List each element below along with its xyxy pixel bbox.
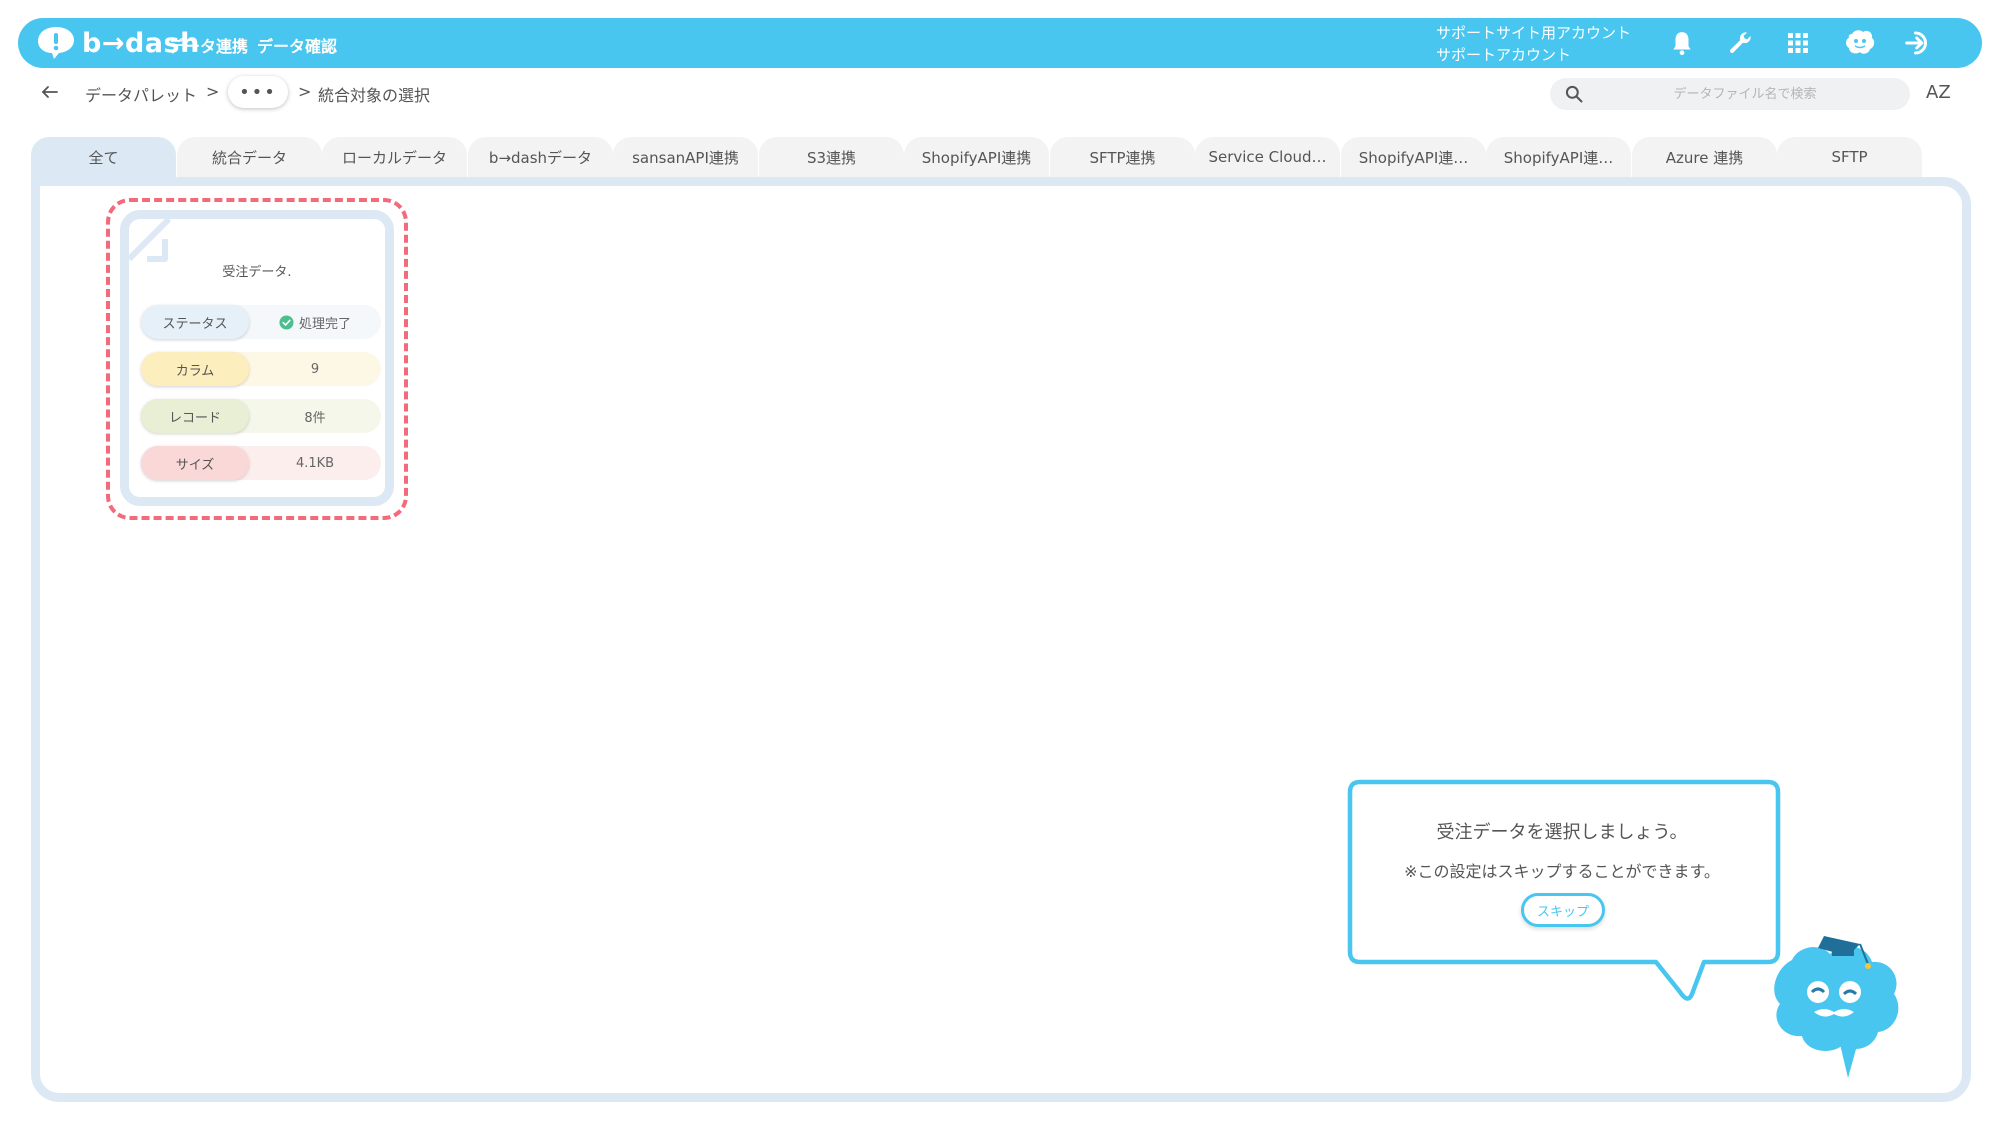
row-label: カラム [141,352,249,386]
row-label: サイズ [141,446,249,480]
logo-bubble-icon [38,27,74,59]
data-file-card[interactable]: 受注データ. ステータス 処理完了 カラム 9 レコード 8件 サイズ 4.1K… [120,210,394,506]
tab-all[interactable]: 全て [31,137,176,177]
check-circle-icon [279,314,294,330]
row-label: ステータス [141,305,249,339]
back-arrow-icon[interactable] [38,80,62,104]
bell-icon[interactable] [1666,27,1698,59]
row-value: 4.1KB [295,455,335,471]
status-text: 処理完了 [298,316,351,332]
breadcrumb-separator: > [206,82,220,101]
card-title: 受注データ. [222,265,292,280]
account-name: サポートサイト用アカウント [1436,24,1632,42]
tab-local-data[interactable]: ローカルデータ [322,137,467,177]
nav-link-data-integration[interactable]: データ連携 [168,33,248,57]
top-navigation-bar: b→dash データ連携 データ確認 サポートサイト用アカウント サポートアカウ… [18,18,1982,68]
breadcrumb-data-palette[interactable]: データパレット [85,82,197,106]
card-row-records: レコード 8件 [141,399,381,433]
tooltip-bubble [1347,779,1781,1001]
tab-bdash-data[interactable]: b→dashデータ [468,137,613,177]
tooltip-note: ※この設定はスキップすることができます。 [1404,862,1720,881]
mascot-brain-character-icon [1774,936,1899,1078]
tab-shopify-api-2[interactable]: ShopifyAPI連… [1341,137,1486,177]
tab-sftp-integration[interactable]: SFTP連携 [1050,137,1195,177]
search-box [1550,78,1910,110]
tab-sansan-api[interactable]: sansanAPI連携 [613,137,758,177]
tab-service-cloud[interactable]: Service Cloud… [1195,137,1340,177]
wrench-icon[interactable] [1724,27,1756,59]
account-role: サポートアカウント [1436,46,1572,64]
card-row-size: サイズ 4.1KB [141,446,381,480]
row-value: 9 [310,361,320,377]
row-label: レコード [141,399,249,433]
breadcrumb-separator: > [298,82,312,101]
logout-icon[interactable] [1902,27,1934,59]
card-row-columns: カラム 9 [141,352,381,386]
tab-sftp[interactable]: SFTP [1777,137,1922,177]
mascot-head-icon[interactable] [1844,27,1876,59]
tooltip-title: 受注データを選択しましょう。 [1436,822,1688,843]
grid-icon[interactable] [1782,27,1814,59]
breadcrumb-current: 統合対象の選択 [318,86,431,105]
search-icon[interactable] [1564,84,1584,104]
sort-az-icon[interactable]: AZ [1926,82,1951,103]
breadcrumb-more-button[interactable]: ••• [228,76,288,108]
account-info[interactable]: サポートサイト用アカウント サポートアカウント [1436,22,1631,66]
tab-shopify-api[interactable]: ShopifyAPI連携 [904,137,1049,177]
row-value: 処理完了 [249,305,381,339]
nav-link-data-check[interactable]: データ確認 [257,33,337,57]
card-row-status: ステータス 処理完了 [141,305,381,339]
tab-integrated-data[interactable]: 統合データ [177,137,322,177]
skip-button[interactable]: スキップ [1521,893,1605,927]
tab-s3[interactable]: S3連携 [759,137,904,177]
search-input[interactable] [1600,78,1890,110]
tab-azure[interactable]: Azure 連携 [1632,137,1777,177]
tab-shopify-api-3[interactable]: ShopifyAPI連… [1486,137,1631,177]
row-value: 8件 [304,410,326,426]
